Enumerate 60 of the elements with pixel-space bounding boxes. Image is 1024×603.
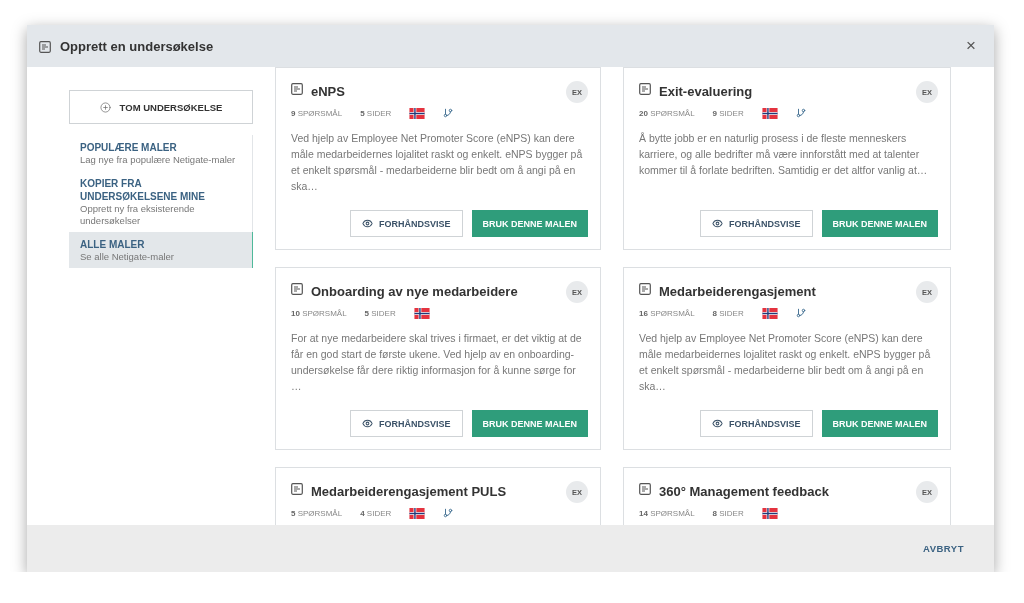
page-count: 5 SIDER — [364, 308, 396, 318]
question-count: 9 SPØRSMÅL — [291, 108, 343, 118]
sidebar-item-title: POPULÆRE MALER — [80, 141, 178, 154]
sidebar-item-title: ALLE MALER — [80, 238, 146, 251]
template-description: Ved hjelp av Employee Net Promoter Score (eNPS) kan dere måle medarbeidernes lojalitet raskt og enkelt. eNPS bygger på et enkelt spørsmål - medarbeiderne blir bedt om å angi på en ska… — [291, 131, 584, 194]
page-count: 5 SIDER — [360, 108, 392, 118]
dialog-title: Opprett en undersøkelse — [60, 38, 215, 54]
norway-flag-icon — [413, 307, 430, 319]
eye-icon — [712, 218, 723, 229]
question-count: 14 SPØRSMÅL — [639, 508, 695, 518]
norway-flag-icon — [761, 307, 778, 319]
use-template-button[interactable]: BRUK DENNE MALEN — [821, 210, 938, 237]
plus-icon — [99, 101, 111, 113]
norway-flag-icon — [761, 507, 778, 519]
document-icon — [291, 283, 303, 295]
sidebar-item-title: KOPIER FRA UNDERSØKELSENE MINE — [80, 177, 206, 203]
sidebar-item-subtitle: Opprett ny fra eksisterende undersøkelser — [80, 203, 196, 227]
preview-button[interactable]: FORHÅNDSVISE — [350, 410, 463, 437]
document-icon — [291, 83, 303, 95]
template-title: Medarbeiderengasjement — [659, 284, 817, 299]
preview-button[interactable]: FORHÅNDSVISE — [350, 210, 463, 237]
close-button[interactable]: × — [962, 36, 980, 56]
document-icon — [639, 283, 651, 295]
question-count: 10 SPØRSMÅL — [291, 308, 347, 318]
document-icon — [39, 41, 51, 53]
question-count: 20 SPØRSMÅL — [639, 108, 695, 118]
document-icon — [639, 483, 651, 495]
norway-flag-icon — [409, 507, 426, 519]
norway-flag-icon — [761, 107, 778, 119]
eye-icon — [712, 418, 723, 429]
eye-icon — [362, 418, 373, 429]
sidebar-item-subtitle: Lag nye fra populære Netigate-maler — [80, 154, 237, 166]
question-count: 16 SPØRSMÅL — [639, 308, 695, 318]
page-count: 8 SIDER — [712, 308, 744, 318]
norway-flag-icon — [409, 107, 426, 119]
template-title: 360° Management feedback — [659, 484, 830, 499]
template-title: Onboarding av nye medarbeidere — [311, 284, 519, 299]
cancel-button[interactable]: AVBRYT — [917, 542, 970, 555]
template-description: Å bytte jobb er en naturlig prosess i de fleste menneskers karriere, og alle bedrifter må være innforstått med at talenter kommer til å forlate bedriften. Samtidig er det altfor vanlig at… — [639, 131, 929, 178]
document-icon — [639, 83, 651, 95]
sidebar-item[interactable]: POPULÆRE MALER Lag nye fra populære Netigate-maler — [69, 135, 253, 171]
template-title: Exit-evaluering — [659, 84, 754, 99]
use-template-button[interactable]: BRUK DENNE MALEN — [471, 410, 588, 437]
template-title: Medarbeiderengasjement PULS — [311, 484, 508, 499]
question-count: 5 SPØRSMÅL — [291, 508, 343, 518]
use-template-button[interactable]: BRUK DENNE MALEN — [471, 210, 588, 237]
sidebar-item-subtitle: Se alle Netigate-maler — [80, 251, 175, 263]
use-template-button[interactable]: BRUK DENNE MALEN — [821, 410, 938, 437]
page-count: 8 SIDER — [712, 508, 744, 518]
template-description: Ved hjelp av Employee Net Promoter Score (eNPS) kan dere måle medarbeidernes lojalitet raskt og enkelt. eNPS bygger på et enkelt spørsmål - medarbeiderne blir bedt om å angi på en ska… — [639, 331, 932, 394]
eye-icon — [362, 218, 373, 229]
preview-button[interactable]: FORHÅNDSVISE — [700, 410, 813, 437]
template-title: eNPS — [311, 84, 346, 99]
document-icon — [291, 483, 303, 495]
preview-button[interactable]: FORHÅNDSVISE — [700, 210, 813, 237]
page-count: 9 SIDER — [712, 108, 744, 118]
sidebar-item[interactable]: ALLE MALER Se alle Netigate-maler — [69, 232, 253, 268]
template-description: For at nye medarbeidere skal trives i firmaet, er det viktig at de får en god start de første ukene. Ved hjelp av en onboarding-undersøkelse får dere riktig informasjon for å kunne sørge for … — [291, 331, 583, 394]
blank-survey-button[interactable]: TOM UNDERSØKELSE — [69, 90, 253, 124]
page-count: 4 SIDER — [360, 508, 392, 518]
